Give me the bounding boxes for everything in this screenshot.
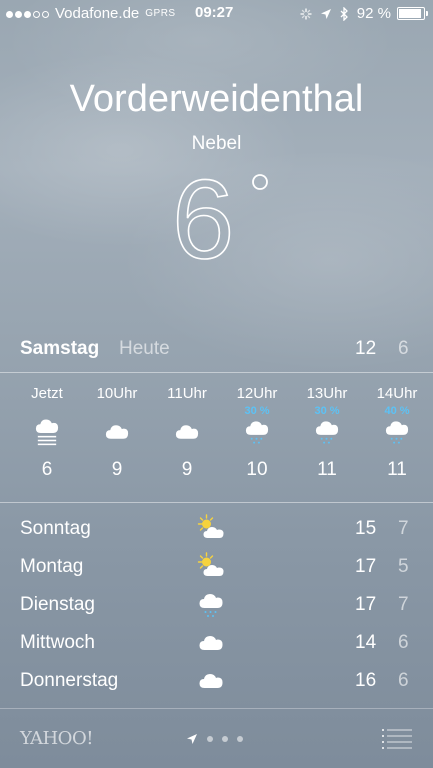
day-high: 14 (355, 632, 377, 653)
day-low: 5 (398, 556, 409, 577)
hour-temperature: 9 (181, 459, 193, 480)
hour-temperature: 10 (246, 459, 268, 480)
today-low: 6 (398, 338, 409, 359)
rain-cloud-icon (315, 421, 339, 444)
day-low: 6 (398, 632, 409, 653)
day-low: 7 (398, 594, 409, 615)
cloud-icon (105, 425, 129, 439)
day-name: Mittwoch (20, 632, 95, 653)
today-label: Heute (119, 338, 170, 359)
hourly-item: 11Uhr 9 (152, 385, 222, 481)
hour-label: 10Uhr (96, 385, 138, 402)
daily-row: Montag 17 5 (0, 552, 433, 590)
hour-temperature: 9 (111, 459, 123, 480)
day-name: Montag (20, 556, 84, 577)
precip-chance: 30 % (314, 405, 340, 417)
temperature-value: 6 (172, 158, 234, 268)
day-name: Donnerstag (20, 670, 119, 691)
daily-row: Mittwoch 14 6 (0, 628, 433, 666)
cloud-icon (199, 674, 223, 688)
status-bar: Vodafone.de GPRS 09:27 92 % (0, 0, 433, 28)
hour-label: 11Uhr (167, 385, 207, 402)
hourly-item: 10Uhr 9 (82, 385, 152, 481)
hourly-item: 12Uhr 30 % 10 (222, 385, 292, 481)
partly-sunny-icon (197, 514, 224, 538)
degree-symbol (252, 174, 268, 190)
yahoo-logo[interactable]: YAHOO! (20, 728, 93, 749)
day-name: Dienstag (20, 594, 95, 615)
precip-chance (82, 405, 152, 417)
battery-icon (397, 7, 428, 20)
activity-spinner-icon (300, 7, 312, 20)
daily-row: Sonntag 15 7 (0, 514, 433, 552)
city-name: Vorderweidenthal (69, 78, 364, 120)
day-high: 16 (355, 670, 377, 691)
cloud-icon (175, 425, 199, 439)
rain-cloud-icon (385, 421, 409, 444)
bottom-bar: YAHOO! (0, 708, 433, 768)
hourly-forecast[interactable]: Jetzt 6 10Uhr 9 11Uhr 9 12Uhr 30 % 10 13Uhr 30 % 11… (0, 385, 433, 495)
bluetooth-icon (340, 6, 348, 21)
carrier-name: Vodafone.de (55, 5, 140, 22)
hour-label: Jetzt (31, 385, 63, 402)
location-arrow-icon (187, 734, 197, 744)
hour-temperature: 11 (317, 459, 337, 480)
current-condition: Nebel (191, 133, 242, 154)
precip-chance (12, 405, 82, 417)
rain-cloud-icon (199, 594, 223, 617)
page-dot[interactable] (237, 736, 243, 742)
precip-chance (152, 405, 222, 417)
daily-row: Donnerstag 16 6 (0, 666, 433, 704)
fog-icon (35, 419, 59, 446)
hour-label: 13Uhr (306, 385, 348, 402)
network-type: GPRS (145, 8, 176, 19)
day-low: 7 (398, 518, 409, 539)
day-high: 15 (355, 518, 377, 539)
partly-sunny-icon (197, 552, 224, 576)
battery-percent: 92 % (356, 5, 391, 22)
hour-label: 12Uhr (236, 385, 278, 402)
hourly-item: 13Uhr 30 % 11 (292, 385, 362, 481)
hour-temperature: 11 (387, 459, 407, 480)
location-arrow-icon (320, 8, 331, 19)
day-high: 17 (355, 594, 377, 615)
hourly-item: Jetzt 6 (12, 385, 82, 481)
today-summary-row: Samstag Heute 12 6 (0, 338, 433, 362)
rain-cloud-icon (245, 421, 269, 444)
divider (0, 502, 433, 503)
current-temperature: 6 (172, 158, 268, 268)
divider (0, 372, 433, 373)
day-name: Sonntag (20, 518, 91, 539)
precip-chance: 30 % (244, 405, 270, 417)
hourly-item: 14Uhr 40 % 11 (362, 385, 432, 481)
page-control[interactable] (186, 733, 243, 745)
page-dot[interactable] (222, 736, 228, 742)
precip-chance: 40 % (384, 405, 410, 417)
today-day: Samstag (20, 338, 100, 359)
day-high: 17 (355, 556, 377, 577)
hour-temperature: 6 (41, 459, 53, 480)
daily-row: Dienstag 17 7 (0, 590, 433, 628)
day-low: 6 (398, 670, 409, 691)
city-list-icon[interactable] (382, 728, 412, 750)
page-dot[interactable] (207, 736, 213, 742)
hour-label: 14Uhr (376, 385, 418, 402)
cloud-icon (199, 636, 223, 650)
signal-strength-icon (6, 5, 51, 22)
status-time: 09:27 (195, 4, 234, 21)
daily-forecast: Sonntag 15 7 Montag 17 5 Dienstag 17 7 Mittwoch 14… (0, 514, 433, 704)
today-high: 12 (355, 338, 377, 359)
